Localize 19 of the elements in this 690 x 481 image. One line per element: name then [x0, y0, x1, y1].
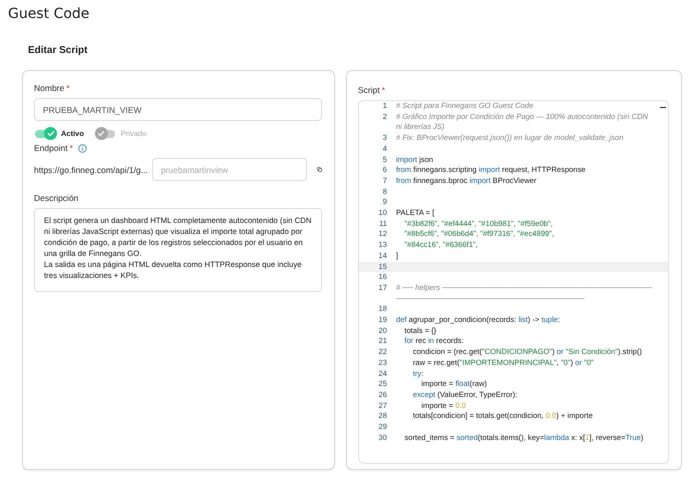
page-title: Guest Code [8, 6, 90, 22]
field-label: Descripción [34, 193, 80, 203]
check-icon [48, 130, 54, 136]
name-field[interactable]: PRUEBA_MARTIN_VIEW [34, 98, 322, 121]
toggle-switch[interactable] [94, 130, 115, 138]
code-editor[interactable] [358, 100, 669, 464]
section-title: Editar Script [28, 45, 88, 56]
field-label: Endpoint [34, 143, 68, 153]
endpoint-url: https://go.finneg.com/api/1/g... [34, 164, 148, 174]
info-icon[interactable] [78, 144, 87, 152]
toggle-switch[interactable] [35, 130, 55, 138]
required-mark: * [70, 143, 73, 153]
check-icon [98, 130, 104, 136]
copy-icon[interactable] [316, 164, 322, 175]
field-label: Nombre [34, 83, 64, 93]
field-label: Script [358, 85, 380, 95]
required-mark: * [382, 85, 386, 95]
endpoint-field[interactable]: pruebamartinview [152, 158, 307, 181]
required-mark: * [66, 83, 70, 93]
